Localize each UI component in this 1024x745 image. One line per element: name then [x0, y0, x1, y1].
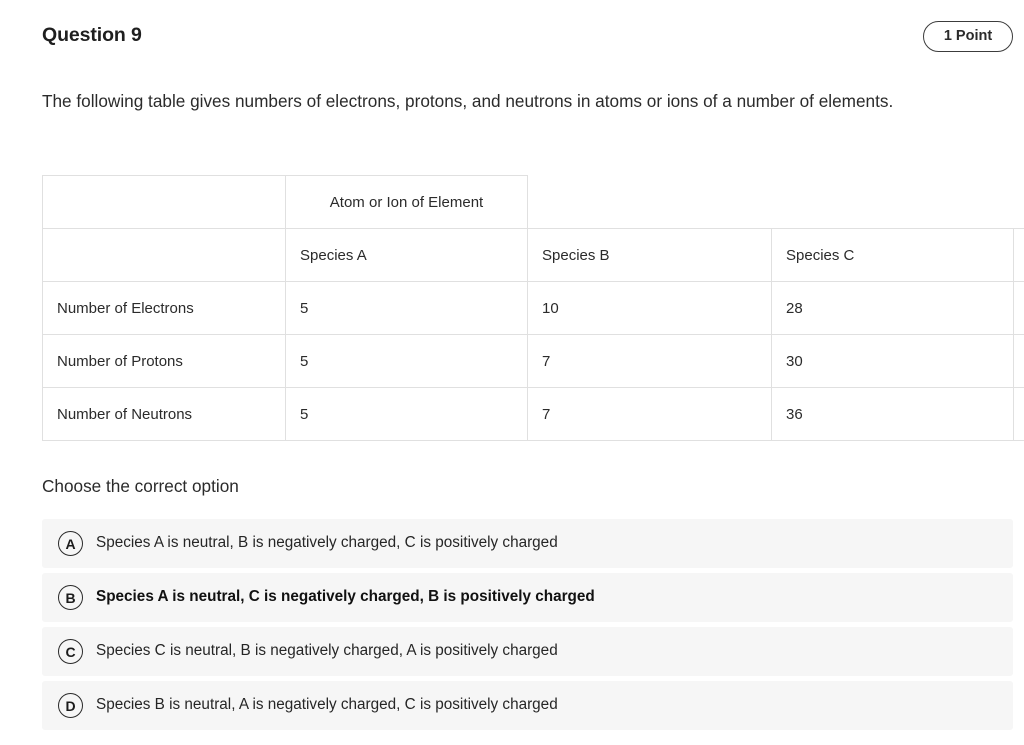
answer-option-c[interactable]: C Species C is neutral, B is negatively … — [42, 627, 1013, 676]
table-cell-protons-a: 5 — [285, 334, 528, 388]
table-header-species-a: Species A — [285, 228, 528, 282]
table-cell-empty-b — [527, 175, 772, 229]
answer-option-d[interactable]: D Species B is neutral, A is negatively … — [42, 681, 1013, 730]
option-text-b: Species A is neutral, C is negatively ch… — [96, 588, 595, 606]
table-header-species-c: Species C — [771, 228, 1014, 282]
question-header: Question 9 1 Point — [0, 0, 1024, 72]
table-row: Number of Electrons 5 10 28 — [42, 281, 1024, 335]
table-row: Number of Protons 5 7 30 — [42, 334, 1024, 388]
table-cell-neutrons-a: 5 — [285, 387, 528, 441]
table-header-species-d — [1013, 228, 1024, 282]
option-letter-badge-b: B — [58, 585, 83, 610]
page-title: Question 9 — [42, 24, 142, 47]
option-letter-badge-d: D — [58, 693, 83, 718]
option-text-d: Species B is neutral, A is negatively ch… — [96, 696, 558, 714]
data-table-container: Atom or Ion of Element Species A Species… — [42, 175, 1024, 441]
table-cell-electrons-c: 28 — [771, 281, 1014, 335]
table-cell-empty-d — [1013, 175, 1024, 229]
table-row-group-header: Atom or Ion of Element — [42, 175, 1024, 229]
table-cell-empty-c — [771, 175, 1014, 229]
table-cell-protons-b: 7 — [527, 334, 772, 388]
table-row-label-protons: Number of Protons — [42, 334, 286, 388]
table-cell-corner-2 — [42, 228, 286, 282]
table-row-label-neutrons: Number of Neutrons — [42, 387, 286, 441]
answer-option-a[interactable]: A Species A is neutral, B is negatively … — [42, 519, 1013, 568]
table-header-species-b: Species B — [527, 228, 772, 282]
status-badge-points: 1 Point — [923, 20, 1013, 52]
option-letter-badge-a: A — [58, 531, 83, 556]
option-letter-badge-c: C — [58, 639, 83, 664]
table-cell-electrons-d — [1013, 281, 1024, 335]
question-prompt: The following table gives numbers of ele… — [42, 91, 894, 111]
table-cell-protons-c: 30 — [771, 334, 1014, 388]
choose-option-label: Choose the correct option — [42, 476, 239, 496]
table-cell-neutrons-b: 7 — [527, 387, 772, 441]
table-cell-neutrons-c: 36 — [771, 387, 1014, 441]
table-row: Number of Neutrons 5 7 36 — [42, 387, 1024, 441]
table-cell-electrons-a: 5 — [285, 281, 528, 335]
table-cell-protons-d — [1013, 334, 1024, 388]
question-page: Question 9 1 Point The following table g… — [0, 0, 1024, 745]
table-cell-electrons-b: 10 — [527, 281, 772, 335]
option-text-a: Species A is neutral, B is negatively ch… — [96, 534, 558, 552]
table-cell-neutrons-d — [1013, 387, 1024, 441]
answer-options-list: A Species A is neutral, B is negatively … — [42, 519, 1013, 735]
table-header-group: Atom or Ion of Element — [285, 175, 528, 229]
element-composition-table: Atom or Ion of Element Species A Species… — [42, 175, 1024, 441]
table-row-label-electrons: Number of Electrons — [42, 281, 286, 335]
option-text-c: Species C is neutral, B is negatively ch… — [96, 642, 558, 660]
answer-option-b[interactable]: B Species A is neutral, C is negatively … — [42, 573, 1013, 622]
table-cell-corner — [42, 175, 286, 229]
table-row-species-header: Species A Species B Species C — [42, 228, 1024, 282]
